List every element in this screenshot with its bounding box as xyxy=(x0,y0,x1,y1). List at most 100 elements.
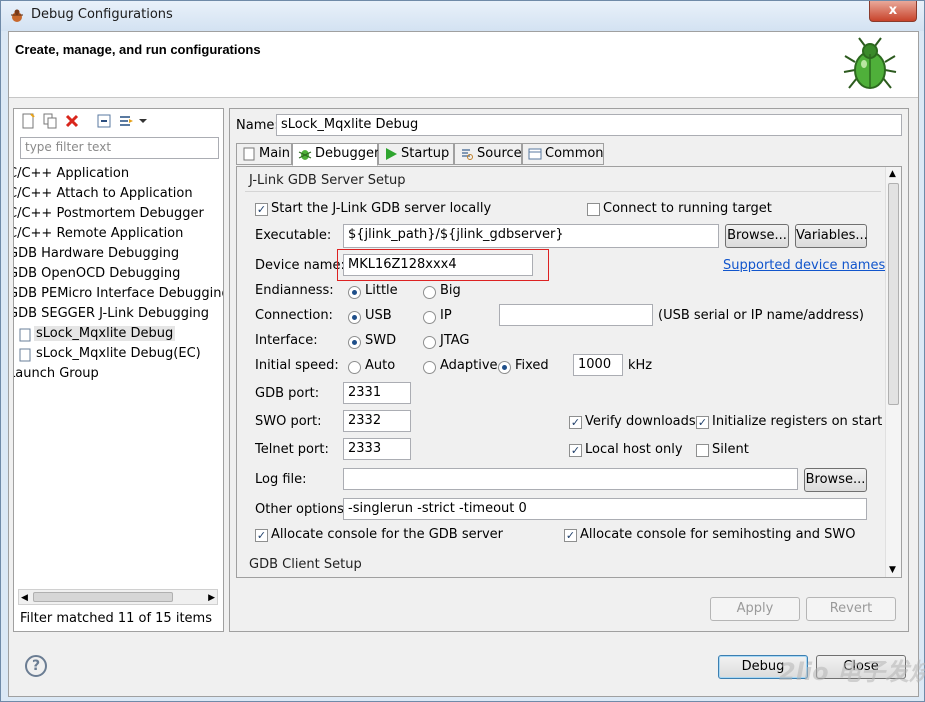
jtag-radio[interactable] xyxy=(423,336,436,349)
tree-item-cpp-postmortem[interactable]: C/C++ Postmortem Debugger xyxy=(14,206,204,221)
duplicate-config-icon[interactable] xyxy=(42,113,58,129)
telnet-port-input[interactable]: 2333 xyxy=(343,438,411,460)
jtag-label: JTAG xyxy=(440,333,470,348)
scroll-left-arrow-icon[interactable]: ◀ xyxy=(21,593,28,603)
debugger-bug-icon xyxy=(298,150,312,160)
executable-input[interactable]: ${jlink_path}/${jlink_gdbserver} xyxy=(343,224,719,248)
usb-radio[interactable] xyxy=(348,311,361,324)
tree-horizontal-scrollbar[interactable]: ◀ ▶ xyxy=(18,589,218,605)
config-tree: C/C++ Application C/C++ Attach to Applic… xyxy=(14,163,223,583)
connection-address-input[interactable] xyxy=(499,304,653,326)
init-registers-checkbox[interactable]: ✓ xyxy=(696,416,709,429)
apply-button[interactable]: Apply xyxy=(710,597,800,621)
window-close-button[interactable]: x xyxy=(869,1,917,22)
tree-item-gdb-hardware[interactable]: GDB Hardware Debugging xyxy=(14,246,179,261)
vertical-scroll-thumb[interactable] xyxy=(888,183,899,405)
config-name-input[interactable]: sLock_Mqxlite Debug xyxy=(276,114,902,136)
auto-label: Auto xyxy=(365,358,396,373)
adaptive-radio[interactable] xyxy=(423,361,436,374)
auto-radio[interactable] xyxy=(348,361,361,374)
local-host-checkbox[interactable]: ✓ xyxy=(569,444,582,457)
delete-config-icon[interactable] xyxy=(64,113,80,129)
swd-label: SWD xyxy=(365,333,397,348)
tab-debugger-label: Debugger xyxy=(315,146,380,161)
supported-devices-link[interactable]: Supported device names xyxy=(723,258,885,273)
alloc-semi-checkbox[interactable]: ✓ xyxy=(564,529,577,542)
log-file-input[interactable] xyxy=(343,468,798,490)
scroll-up-arrow-icon[interactable]: ▲ xyxy=(889,169,896,179)
other-options-input[interactable]: -singlerun -strict -timeout 0 xyxy=(343,498,867,520)
scroll-right-arrow-icon[interactable]: ▶ xyxy=(208,593,215,603)
view-menu-chevron-down-icon[interactable] xyxy=(138,113,148,129)
tab-debugger[interactable]: Debugger xyxy=(292,143,380,166)
fixed-radio[interactable] xyxy=(498,361,511,374)
filter-input[interactable]: type filter text xyxy=(20,137,219,159)
silent-checkbox[interactable] xyxy=(696,444,709,457)
telnet-port-label: Telnet port: xyxy=(255,442,329,457)
tab-startup[interactable]: Startup xyxy=(378,143,454,165)
log-file-label: Log file: xyxy=(255,472,307,487)
swo-port-label: SWO port: xyxy=(255,414,322,429)
little-radio[interactable] xyxy=(348,286,361,299)
tab-main[interactable]: Main xyxy=(236,143,292,165)
tree-item-launch-group[interactable]: Launch Group xyxy=(14,366,99,381)
scroll-down-arrow-icon[interactable]: ▼ xyxy=(889,565,896,575)
tree-item-gdb-pemicro[interactable]: GDB PEMicro Interface Debugging xyxy=(14,286,223,301)
connect-running-checkbox[interactable] xyxy=(587,203,600,216)
config-tree-panel: type filter text C/C++ Application C/C++… xyxy=(13,108,224,632)
tree-item-cpp-remote[interactable]: C/C++ Remote Application xyxy=(14,226,183,241)
gdb-port-input[interactable]: 2331 xyxy=(343,382,411,404)
collapse-all-icon[interactable] xyxy=(96,113,112,129)
little-label: Little xyxy=(365,283,398,298)
verify-downloads-checkbox[interactable]: ✓ xyxy=(569,416,582,429)
tree-item-slock-debug[interactable]: sLock_Mqxlite Debug xyxy=(34,326,176,341)
log-browse-button[interactable]: Browse... xyxy=(804,468,867,492)
config-file-icon xyxy=(19,348,31,362)
initial-speed-label: Initial speed: xyxy=(255,358,339,373)
source-lookup-icon xyxy=(462,149,473,160)
tree-item-gdb-segger[interactable]: GDB SEGGER J-Link Debugging xyxy=(14,306,209,321)
verify-downloads-label: Verify downloads xyxy=(585,414,696,429)
tree-item-gdb-openocd[interactable]: GDB OpenOCD Debugging xyxy=(14,266,180,281)
tree-item-slock-debug-ec[interactable]: sLock_Mqxlite Debug(EC) xyxy=(36,346,201,361)
new-config-icon[interactable] xyxy=(20,113,36,129)
speed-input[interactable]: 1000 xyxy=(573,354,623,376)
window-title: Debug Configurations xyxy=(31,7,173,22)
swd-radio[interactable] xyxy=(348,336,361,349)
tab-source[interactable]: Source xyxy=(454,143,522,165)
help-icon[interactable]: ? xyxy=(25,655,47,677)
debugger-tab-content: J-Link GDB Server Setup ✓ Start the J-Li… xyxy=(236,166,902,578)
filter-configs-icon[interactable] xyxy=(118,113,134,129)
start-locally-checkbox[interactable]: ✓ xyxy=(255,203,268,216)
tab-vertical-scrollbar[interactable]: ▲ ▼ xyxy=(885,167,901,577)
big-radio[interactable] xyxy=(423,286,436,299)
device-name-input[interactable]: MKL16Z128xxx4 xyxy=(343,254,533,276)
alloc-gdb-checkbox[interactable]: ✓ xyxy=(255,529,268,542)
usb-label: USB xyxy=(365,308,392,323)
server-group-title: J-Link GDB Server Setup xyxy=(249,173,406,188)
executable-browse-button[interactable]: Browse... xyxy=(725,224,789,248)
ip-radio[interactable] xyxy=(423,311,436,324)
tab-common[interactable]: Common xyxy=(522,143,604,165)
endianness-label: Endianness: xyxy=(255,283,334,298)
tab-source-label: Source xyxy=(477,146,522,161)
alloc-gdb-label: Allocate console for the GDB server xyxy=(271,527,503,542)
dialog-header-title: Create, manage, and run configurations xyxy=(15,42,261,57)
connection-hint: (USB serial or IP name/address) xyxy=(658,308,864,323)
revert-button[interactable]: Revert xyxy=(806,597,896,621)
connection-label: Connection: xyxy=(255,308,333,323)
variables-button[interactable]: Variables... xyxy=(795,224,868,248)
tree-item-cpp-attach[interactable]: C/C++ Attach to Application xyxy=(14,186,193,201)
executable-label: Executable: xyxy=(255,228,332,243)
bug-app-icon xyxy=(11,9,23,22)
swo-port-input[interactable]: 2332 xyxy=(343,410,411,432)
start-locally-label: Start the J-Link GDB server locally xyxy=(271,201,492,216)
tab-common-label: Common xyxy=(545,146,604,161)
main-tab-icon xyxy=(243,147,255,161)
debug-bug-icon xyxy=(843,37,897,89)
tab-main-label: Main xyxy=(259,146,291,161)
scroll-thumb[interactable] xyxy=(33,592,173,602)
gdb-port-label: GDB port: xyxy=(255,386,320,401)
config-file-icon xyxy=(19,328,31,342)
tree-item-cpp-application[interactable]: C/C++ Application xyxy=(14,166,129,181)
